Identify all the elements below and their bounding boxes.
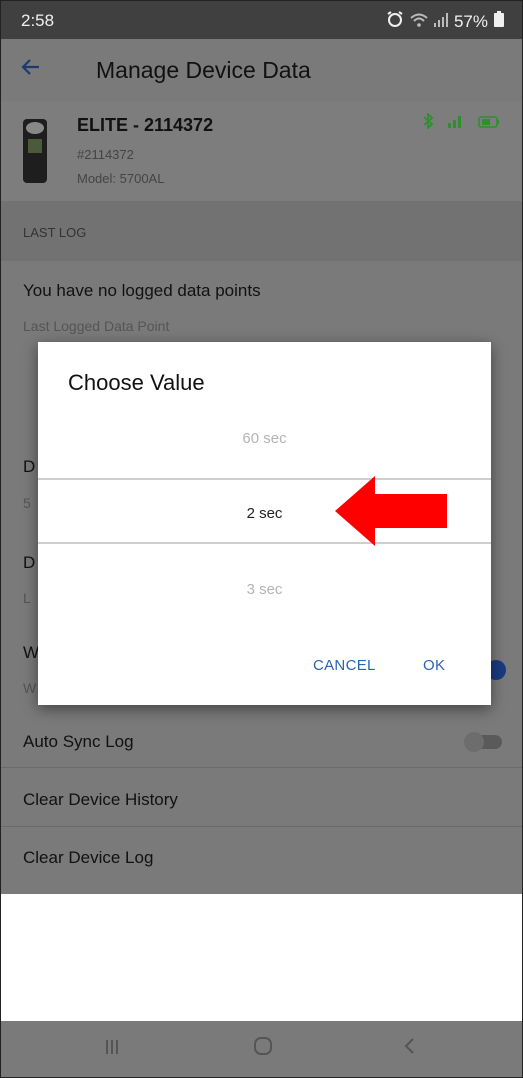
red-arrow-annotation — [335, 476, 447, 546]
last-log-message: You have no logged data points — [23, 281, 261, 300]
bluetooth-icon — [422, 111, 434, 134]
section-label: LAST LOG — [23, 225, 87, 240]
clear-device-log-button[interactable]: Clear Device Log — [23, 848, 153, 868]
setting-row-2-title: D — [23, 553, 36, 572]
section-header-last-log: LAST LOG — [1, 201, 522, 261]
divider — [1, 767, 522, 768]
auto-sync-log-label[interactable]: Auto Sync Log — [23, 732, 134, 752]
setting-row-1-value: 5 — [23, 495, 31, 511]
battery-icon — [478, 115, 500, 133]
wifi-icon — [410, 12, 428, 32]
status-time: 2:58 — [21, 11, 55, 30]
divider — [1, 826, 522, 827]
device-model: Model: 5700AL — [77, 171, 165, 186]
dialog-title: Choose Value — [68, 370, 205, 395]
ok-button[interactable]: OK — [423, 657, 445, 674]
home-icon[interactable] — [253, 1035, 273, 1061]
system-nav-bar — [1, 1021, 522, 1077]
red-arrow-shape — [335, 476, 447, 546]
setting-row-3-title: W — [23, 643, 40, 662]
clear-device-history-button[interactable]: Clear Device History — [23, 790, 178, 810]
device-serial: #2114372 — [77, 147, 134, 162]
recent-apps-icon[interactable] — [105, 1035, 119, 1061]
auto-sync-toggle[interactable] — [464, 732, 502, 752]
signal-icon — [433, 12, 448, 32]
signal-bars-icon — [448, 114, 464, 133]
status-bar: 2:58 57% — [1, 1, 522, 39]
setting-row-2-value: L — [23, 590, 31, 606]
battery-percent: 57% — [453, 11, 488, 31]
last-log-subtitle: Last Logged Data Point — [23, 318, 170, 334]
phone-screen: 2:58 57% Manage Device Data ELITE - 2114… — [0, 0, 523, 1078]
device-name: ELITE - 2114372 — [77, 115, 214, 135]
status-icons: 57% — [386, 11, 504, 32]
device-status-icons — [422, 111, 500, 134]
app-bar: Manage Device Data — [1, 39, 522, 101]
back-nav-icon[interactable] — [403, 1035, 415, 1061]
page-title: Manage Device Data — [96, 57, 311, 83]
setting-row-1-title: D — [23, 457, 36, 476]
back-arrow-icon[interactable] — [19, 55, 47, 83]
cancel-button[interactable]: CANCEL — [313, 657, 376, 674]
device-card: ELITE - 2114372 #2114372 Model: 5700AL — [1, 101, 522, 201]
battery-icon — [494, 11, 504, 32]
picker-option[interactable]: 60 sec — [38, 430, 491, 447]
device-image — [23, 119, 47, 183]
picker-option[interactable]: 3 sec — [38, 581, 491, 598]
setting-row-3-value: W — [23, 680, 37, 696]
alarm-icon — [386, 11, 404, 32]
